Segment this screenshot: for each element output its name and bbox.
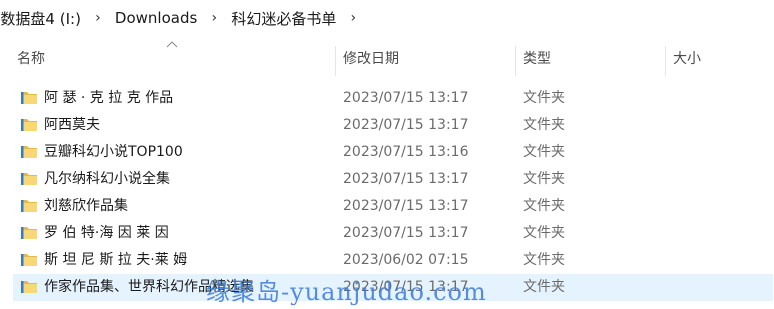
- breadcrumb: I数据盘4 (I:) › Downloads › 科幻迷必备书单 ›: [0, 0, 774, 36]
- file-type: 文件夹: [523, 90, 565, 106]
- file-row[interactable]: 豆瓣科幻小说TOP100 2023/07/15 13:16 文件夹: [0, 139, 774, 166]
- breadcrumb-item-current-folder[interactable]: 科幻迷必备书单: [227, 8, 340, 29]
- file-name: 阿 瑟 · 克 拉 克 作品: [44, 90, 174, 106]
- file-date: 2023/07/15 13:16: [343, 144, 469, 160]
- folder-icon: [20, 224, 38, 242]
- column-header-row: 名称 修改日期 类型 大小: [0, 41, 774, 76]
- file-type: 文件夹: [523, 144, 565, 160]
- column-header-type[interactable]: 类型: [523, 42, 551, 76]
- folder-icon: [20, 170, 38, 188]
- file-row[interactable]: 阿 瑟 · 克 拉 克 作品 2023/07/15 13:17 文件夹: [0, 85, 774, 112]
- file-name: 凡尔纳科幻小说全集: [44, 171, 170, 187]
- file-date: 2023/07/15 13:17: [343, 90, 469, 106]
- folder-icon: [20, 116, 38, 134]
- column-header-size[interactable]: 大小: [673, 42, 701, 76]
- column-divider[interactable]: [665, 46, 666, 76]
- file-type: 文件夹: [523, 117, 565, 133]
- file-row[interactable]: 斯 坦 尼 斯 拉 夫·莱 姆 2023/06/02 07:15 文件夹: [0, 247, 774, 274]
- file-date: 2023/06/02 07:15: [343, 252, 469, 268]
- column-header-name[interactable]: 名称: [17, 42, 45, 76]
- file-type: 文件夹: [523, 171, 565, 187]
- chevron-right-icon[interactable]: ›: [205, 10, 223, 26]
- column-header-date[interactable]: 修改日期: [343, 42, 399, 76]
- file-row[interactable]: 阿西莫夫 2023/07/15 13:17 文件夹: [0, 112, 774, 139]
- folder-icon: [20, 278, 38, 296]
- folder-icon: [20, 197, 38, 215]
- sort-ascending-icon: [166, 38, 178, 52]
- file-name: 刘慈欣作品集: [44, 198, 128, 214]
- breadcrumb-item-drive[interactable]: I数据盘4 (I:): [0, 8, 85, 29]
- folder-icon: [20, 251, 38, 269]
- file-date: 2023/07/15 13:17: [343, 225, 469, 241]
- file-name: 豆瓣科幻小说TOP100: [44, 144, 183, 160]
- file-date: 2023/07/15 13:17: [343, 198, 469, 214]
- column-divider[interactable]: [515, 46, 516, 76]
- file-name: 斯 坦 尼 斯 拉 夫·莱 姆: [44, 252, 188, 268]
- column-divider[interactable]: [335, 46, 336, 76]
- file-row[interactable]: 凡尔纳科幻小说全集 2023/07/15 13:17 文件夹: [0, 166, 774, 193]
- chevron-right-icon[interactable]: ›: [344, 10, 362, 26]
- file-type: 文件夹: [523, 198, 565, 214]
- folder-icon: [20, 143, 38, 161]
- file-row[interactable]: 罗 伯 特·海 因 莱 因 2023/07/15 13:17 文件夹: [0, 220, 774, 247]
- file-list: 阿 瑟 · 克 拉 克 作品 2023/07/15 13:17 文件夹 阿西莫夫 202…: [0, 85, 774, 301]
- file-date: 2023/07/15 13:17: [343, 171, 469, 187]
- file-type: 文件夹: [523, 279, 565, 295]
- file-name: 阿西莫夫: [44, 117, 100, 133]
- breadcrumb-item-downloads[interactable]: Downloads: [111, 9, 201, 27]
- file-name: 罗 伯 特·海 因 莱 因: [44, 225, 169, 241]
- file-type: 文件夹: [523, 225, 565, 241]
- folder-icon: [20, 89, 38, 107]
- file-row[interactable]: 刘慈欣作品集 2023/07/15 13:17 文件夹: [0, 193, 774, 220]
- file-date: 2023/07/15 13:17: [343, 117, 469, 133]
- file-type: 文件夹: [523, 252, 565, 268]
- chevron-right-icon[interactable]: ›: [89, 10, 107, 26]
- watermark: 缘聚岛-yuanjudao.com: [206, 278, 487, 306]
